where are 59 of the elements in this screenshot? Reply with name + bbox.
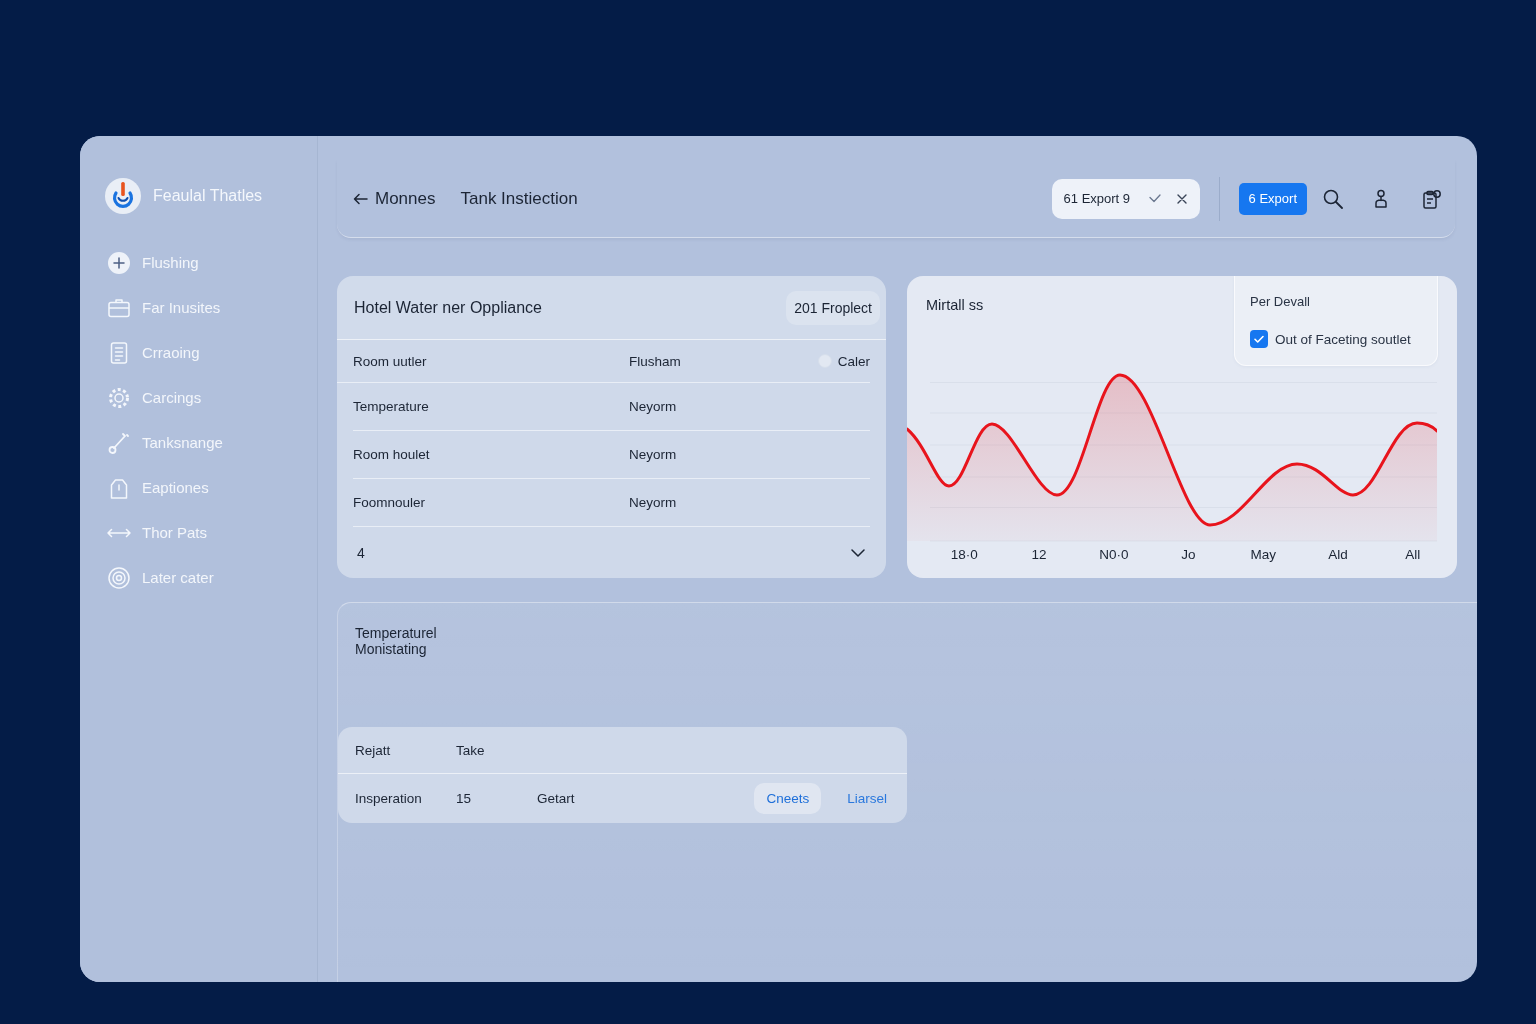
- column-header: Rejatt: [355, 742, 392, 758]
- axis-label: 18·0: [950, 547, 978, 562]
- action-link[interactable]: Liarsel: [847, 791, 887, 806]
- table-cell-text: Getart: [537, 791, 576, 806]
- table-cell-text: Temperature: [353, 399, 430, 414]
- axis-label: Ald: [1328, 547, 1348, 562]
- logo-icon: [105, 178, 141, 214]
- count-badge: 201 Froplect: [786, 290, 880, 325]
- document-icon: [108, 341, 130, 364]
- chevron-down-icon[interactable]: [851, 548, 865, 557]
- nav-item[interactable]: Thor Pats: [105, 510, 216, 555]
- action-button[interactable]: Cneets: [754, 783, 822, 814]
- table-cell-text: Flusham: [629, 353, 682, 369]
- table-cell-text: Foomnouler: [353, 495, 427, 510]
- nav-item[interactable]: Far Inusites: [105, 285, 229, 330]
- gear-icon: [108, 386, 130, 409]
- table-cell-text: Room houlet: [353, 447, 431, 462]
- bag-icon: [108, 476, 130, 499]
- back-link[interactable]: Monnes: [353, 188, 436, 209]
- nav-item[interactable]: Flushing: [105, 240, 207, 285]
- row-count: 4: [357, 544, 365, 561]
- chart-title: Mirtall ss: [926, 297, 984, 313]
- nav-item[interactable]: Crraoing: [105, 330, 208, 375]
- close-icon[interactable]: [1176, 193, 1187, 204]
- column-header: Take: [456, 742, 486, 758]
- left-right-arrow-icon: [107, 526, 131, 539]
- filter-chip[interactable]: 61 Export 9: [1051, 178, 1200, 219]
- search-icon[interactable]: [1323, 188, 1343, 209]
- card-title: Hotel Water ner Oppliance: [354, 298, 542, 317]
- checkbox[interactable]: [1250, 330, 1268, 348]
- table-cell-text: Neyorm: [629, 447, 678, 462]
- nav-item[interactable]: Later cater: [105, 555, 222, 600]
- radio-label: Caler: [837, 353, 870, 369]
- plus-icon: [108, 251, 130, 274]
- check-icon: [1148, 194, 1161, 203]
- nav-item[interactable]: Carcings: [105, 375, 210, 420]
- app-name: Feaulal Thatles: [153, 187, 263, 205]
- axis-label: All: [1405, 547, 1421, 562]
- nav-item[interactable]: Tanksnange: [105, 420, 231, 465]
- nav-item[interactable]: Eaptiones: [105, 465, 217, 510]
- page-title: Tank Instiection: [460, 188, 578, 209]
- table-cell-text: Insperation: [355, 791, 423, 806]
- table-cell-text: Room uutler: [353, 353, 428, 369]
- tool-icon: [108, 431, 130, 454]
- axis-label: N0·0: [1099, 547, 1129, 562]
- spiral-icon: [108, 566, 130, 589]
- clipboard-icon[interactable]: [1422, 188, 1442, 209]
- axis-label: May: [1250, 547, 1276, 562]
- legend-title: Per Devall: [1250, 294, 1311, 309]
- table-cell-text: Neyorm: [629, 399, 678, 414]
- axis-label: Jo: [1181, 547, 1196, 562]
- section-title: Temperaturel Monistating: [355, 625, 438, 657]
- export-button[interactable]: 6 Export: [1238, 182, 1307, 215]
- table-cell-text: 15: [456, 791, 473, 806]
- legend-label: Out of Faceting soutlet: [1275, 331, 1411, 347]
- table-cell-text: Neyorm: [629, 495, 678, 510]
- axis-label: 12: [1031, 547, 1047, 562]
- briefcase-icon: [108, 296, 130, 319]
- arrow-left-icon: [353, 192, 368, 205]
